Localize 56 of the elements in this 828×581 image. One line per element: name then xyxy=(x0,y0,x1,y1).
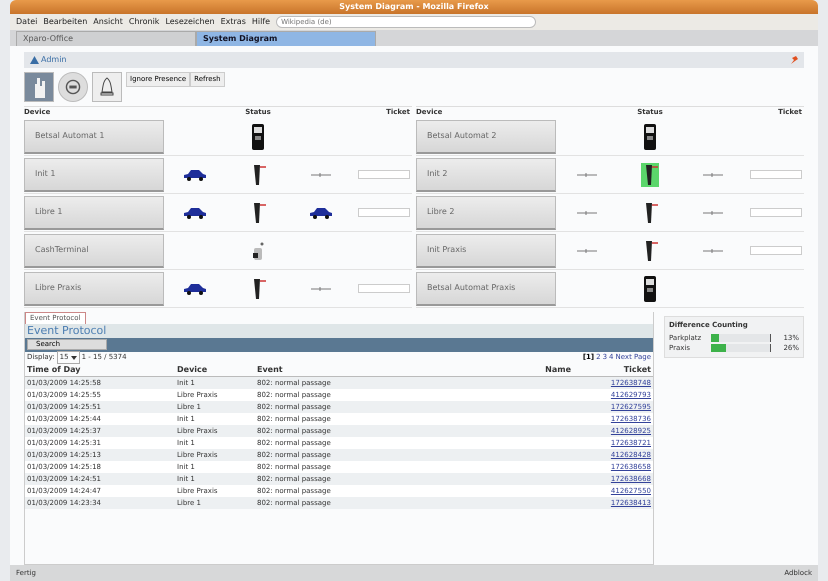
co2-button[interactable] xyxy=(58,72,88,102)
browser-tab[interactable]: System Diagram xyxy=(196,31,376,46)
caret-icon xyxy=(70,356,77,360)
device-button[interactable]: CashTerminal xyxy=(24,234,164,268)
ticket-field[interactable] xyxy=(358,170,410,179)
warning-icon xyxy=(30,56,39,64)
car-icon xyxy=(183,206,208,218)
ticket-field[interactable] xyxy=(750,208,802,217)
hand-button[interactable] xyxy=(24,72,54,102)
ticket-machine-icon xyxy=(252,124,264,150)
ticket-field[interactable] xyxy=(358,284,410,293)
menu-item[interactable]: Bearbeiten xyxy=(43,16,88,28)
browser-tab[interactable]: Xparo-Office xyxy=(16,31,196,46)
loop-icon xyxy=(577,210,598,214)
ticket-field[interactable] xyxy=(750,170,802,179)
ticket-field[interactable] xyxy=(750,246,802,255)
section-title: Event Protocol xyxy=(25,324,653,338)
ticket-machine-icon xyxy=(644,276,656,302)
loop-icon xyxy=(702,210,723,214)
device-button[interactable]: Init 2 xyxy=(416,158,556,192)
menu-item[interactable]: Datei xyxy=(16,16,38,28)
ticket-field[interactable] xyxy=(358,208,410,217)
column-header: Ticket xyxy=(622,364,652,376)
column-header: Name xyxy=(544,364,572,376)
loop-icon xyxy=(702,172,723,176)
ticket-machine-icon xyxy=(644,124,656,150)
column-header: Event xyxy=(256,364,284,376)
device-button[interactable]: Betsal Automat Praxis xyxy=(416,272,556,306)
car-icon xyxy=(308,206,333,218)
device-button[interactable]: Libre Praxis xyxy=(24,272,164,306)
window-title: System Diagram - Mozilla Firefox xyxy=(10,0,818,14)
menu-item[interactable]: Hilfe xyxy=(252,16,270,28)
user-name: Admin xyxy=(41,54,66,66)
device-button[interactable]: Libre 1 xyxy=(24,196,164,230)
menu-item[interactable]: Lesezeichen xyxy=(165,16,215,28)
terminal-icon xyxy=(252,242,264,260)
device-button[interactable]: Init Praxis xyxy=(416,234,556,268)
device-button[interactable]: Init 1 xyxy=(24,158,164,192)
loop-icon xyxy=(310,286,331,290)
loop-icon xyxy=(310,172,331,176)
device-button[interactable]: Betsal Automat 2 xyxy=(416,120,556,154)
car-icon xyxy=(183,282,208,294)
loop-icon xyxy=(577,248,598,252)
device-button[interactable]: Libre 2 xyxy=(416,196,556,230)
pin-icon xyxy=(790,56,798,64)
loop-icon xyxy=(577,172,598,176)
column-header: Device xyxy=(176,364,208,376)
device-button[interactable]: Betsal Automat 1 xyxy=(24,120,164,154)
menu-item[interactable]: Chronik xyxy=(128,16,160,28)
loop-icon xyxy=(702,248,723,252)
menu-item[interactable]: Extras xyxy=(220,16,246,28)
menu-item[interactable]: Ansicht xyxy=(93,16,123,28)
bell-button[interactable] xyxy=(92,72,122,102)
column-header: Time of Day xyxy=(26,364,82,376)
car-icon xyxy=(183,168,208,180)
bell-icon xyxy=(99,77,115,97)
